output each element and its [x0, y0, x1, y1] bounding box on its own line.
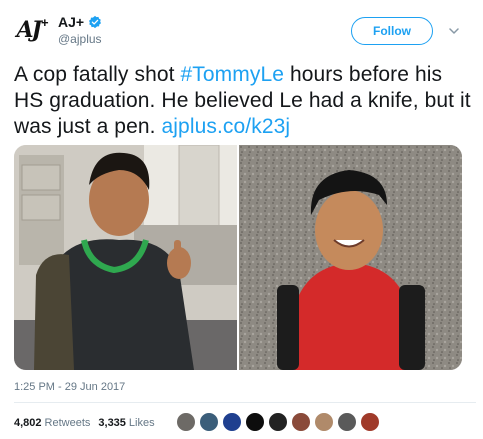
tweet-timestamp[interactable]: 1:25 PM - 29 Jun 2017: [14, 381, 125, 393]
retweets-label: Retweets: [44, 417, 91, 429]
liker-avatar[interactable]: [268, 412, 288, 432]
aj-logo: AJ: [16, 17, 42, 43]
photo-right-illustration: [239, 145, 462, 370]
media-gallery: [14, 145, 462, 370]
name-row: AJ+: [58, 14, 102, 30]
liker-avatar[interactable]: [222, 412, 242, 432]
chevron-down-icon[interactable]: [449, 26, 459, 36]
verified-badge-icon: [89, 15, 102, 29]
liker-avatar[interactable]: [199, 412, 219, 432]
tweet-header: AJ + AJ+ @ajplus Follow: [0, 0, 483, 58]
liker-avatars: [176, 412, 383, 432]
liker-avatar[interactable]: [314, 412, 334, 432]
liker-avatar[interactable]: [291, 412, 311, 432]
likes-label: Likes: [128, 417, 155, 429]
liker-avatar[interactable]: [337, 412, 357, 432]
tweet-text-part: A cop fatally shot: [14, 63, 181, 86]
url-link[interactable]: ajplus.co/k23j: [162, 115, 291, 138]
divider: [14, 402, 476, 403]
likes-count: 3,335: [98, 417, 126, 429]
retweets-count: 4,802: [14, 417, 42, 429]
likes-stat[interactable]: 3,335 Likes: [98, 417, 154, 429]
photo-left[interactable]: [14, 145, 237, 370]
hashtag-link[interactable]: #TommyLe: [181, 63, 285, 86]
retweets-stat[interactable]: 4,802 Retweets: [14, 417, 90, 429]
liker-avatar[interactable]: [245, 412, 265, 432]
display-name[interactable]: AJ+: [58, 14, 84, 30]
follow-button[interactable]: Follow: [351, 17, 433, 45]
aj-logo-plus: +: [40, 14, 49, 30]
liker-avatar[interactable]: [360, 412, 380, 432]
photo-right[interactable]: [239, 145, 462, 370]
tweet-stats: 4,802 Retweets 3,335 Likes: [14, 417, 163, 429]
liker-avatar[interactable]: [176, 412, 196, 432]
tweet-text: A cop fatally shot #TommyLe hours before…: [14, 62, 476, 140]
user-handle[interactable]: @ajplus: [58, 32, 102, 46]
avatar[interactable]: AJ +: [14, 12, 50, 48]
photo-left-illustration: [14, 145, 237, 370]
